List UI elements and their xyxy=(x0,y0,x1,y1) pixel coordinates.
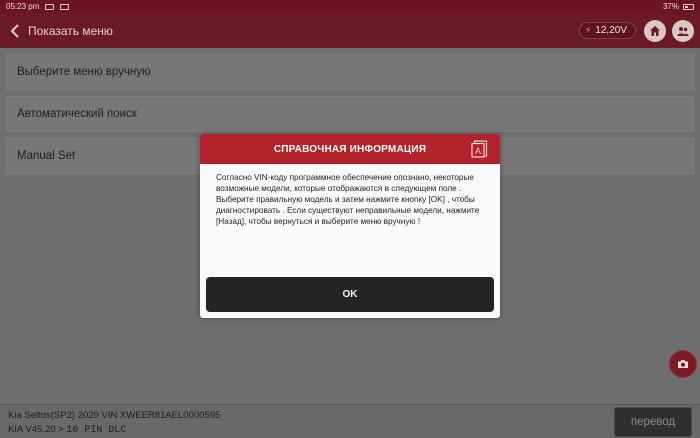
screenshot-button[interactable] xyxy=(669,350,697,378)
status-time: 05:23 pm xyxy=(6,2,40,11)
home-button[interactable] xyxy=(644,19,666,42)
footer-bar: Kia Seltos(SP2) 2020 VIN XWEER81AEL00005… xyxy=(0,404,700,438)
chevron-left-icon xyxy=(10,23,19,38)
menu-item-label: Выберите меню вручную xyxy=(17,66,151,78)
users-icon xyxy=(677,26,689,36)
camera-icon xyxy=(678,360,688,368)
svg-text:A: A xyxy=(475,146,481,156)
app-header: Показать меню ⚡ 12,20V xyxy=(0,13,700,48)
voltage-indicator: ⚡ 12,20V xyxy=(578,22,636,39)
voltage-value: 12,20V xyxy=(595,25,627,36)
dialog-paragraph: Выберите правильную модель и затем нажми… xyxy=(216,195,480,227)
connector-type: 16 PIN DLC xyxy=(66,425,127,436)
lightning-icon: ⚡ xyxy=(584,25,592,35)
software-version: KIA V45.20 > 16 PIN DLC xyxy=(8,424,126,436)
version-prefix: KIA V45.20 > xyxy=(8,424,67,435)
menu-item-label: Автоматический поиск xyxy=(17,108,137,120)
dialog-title: СПРАВОЧНАЯ ИНФОРМАЦИЯ xyxy=(273,143,427,155)
battery-icon xyxy=(683,3,694,10)
dialog-paragraph: Согласно VIN-коду программное обеспечени… xyxy=(216,173,474,194)
status-bar: 05:23 pm 37% xyxy=(0,0,700,13)
back-button[interactable] xyxy=(2,13,28,48)
dialog-body: Согласно VIN-коду программное обеспечени… xyxy=(200,164,500,276)
menu-item-auto-search[interactable]: Автоматический поиск xyxy=(6,96,694,132)
info-dialog: СПРАВОЧНАЯ ИНФОРМАЦИЯ A Согласно VIN-код… xyxy=(200,134,500,318)
menu-item-manual-select[interactable]: Выберите меню вручную xyxy=(6,54,694,90)
page-title: Показать меню xyxy=(28,23,113,38)
ok-button[interactable]: OK xyxy=(206,277,494,312)
menu-item-label: Manual Set xyxy=(17,150,76,162)
battery-percent: 37% xyxy=(662,2,679,11)
translate-button[interactable]: перевод xyxy=(614,407,692,437)
users-button[interactable] xyxy=(672,19,694,42)
vehicle-info: Kia Seltos(SP2) 2020 VIN XWEER81AEL00005… xyxy=(8,410,221,421)
mail-icon xyxy=(60,3,70,10)
home-icon xyxy=(650,25,660,36)
notification-icon xyxy=(45,3,55,10)
dialog-header: СПРАВОЧНАЯ ИНФОРМАЦИЯ A xyxy=(200,134,500,164)
document-icon[interactable]: A xyxy=(471,140,488,158)
